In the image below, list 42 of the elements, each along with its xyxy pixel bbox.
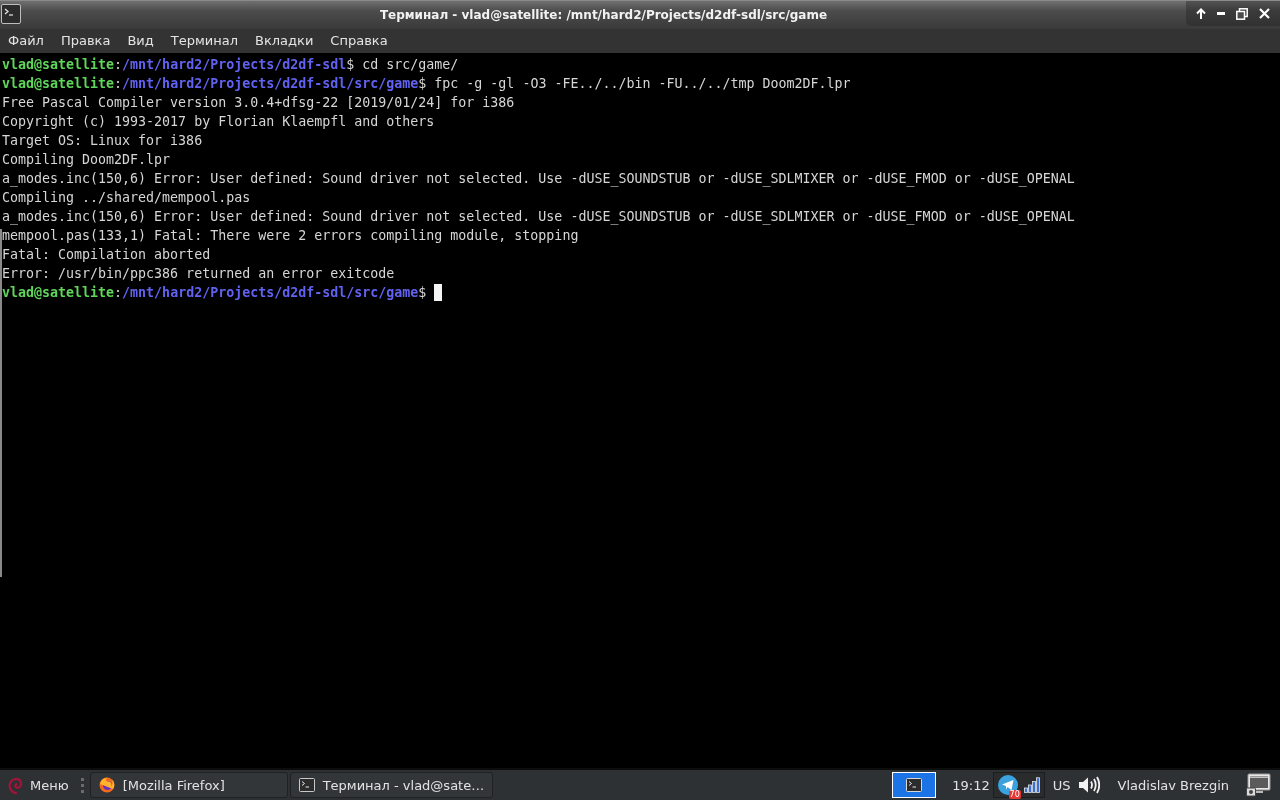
unread-count-badge: 70 [1008,790,1021,799]
window-title: Терминал - vlad@satellite: /mnt/hard2/Projects/d2df-sdl/src/game [378,8,829,22]
output-line: a_modes.inc(150,6) Error: User defined: Sound driver not selected. Use -dUSE_SOUNDSTUB or -dUSE_SDLMIXER or -dUSE_FMOD or -dUSE_OPENAL [2,170,1075,188]
minimize-icon[interactable] [1216,12,1225,15]
menu-item[interactable]: Терминал [162,30,246,52]
speaker-icon[interactable] [1077,775,1100,795]
terminal-icon [906,778,923,792]
menu-item[interactable]: Вид [119,30,162,52]
output-line: a_modes.inc(150,6) Error: User defined: Sound driver not selected. Use -dUSE_SOUNDSTUB or -dUSE_SDLMIXER or -dUSE_FMOD or -dUSE_OPENAL [2,208,1075,226]
keyboard-layout-indicator[interactable]: US [1052,777,1071,793]
menu-item[interactable]: Вкладки [247,30,322,52]
output-line: Copyright (c) 1993-2017 by Florian Klaempfl and others [2,113,435,131]
menu-item[interactable]: Правка [52,30,119,52]
output-line: Target OS: Linux for i386 [2,132,203,150]
clock[interactable]: 19:12 [952,777,990,793]
prompt-line: vlad@satellite:/mnt/hard2/Projects/d2df-sdl$ cd src/game/ [2,56,459,74]
start-menu-button[interactable]: Меню [30,777,73,793]
prompt-line: vlad@satellite:/mnt/hard2/Projects/d2df-sdl/src/game$ fpc -g -gl -O3 -FE../../bin -FU../../tmp Doom2DF.lpr [2,75,851,93]
output-line: Free Pascal Compiler version 3.0.4+dfsg-22 [2019/01/24] for i386 [2,94,515,112]
paper-plane-icon[interactable] [997,775,1018,795]
menu-item[interactable]: Справка [322,30,396,52]
user-name[interactable]: Vladislav Brezgin [1117,777,1229,793]
drag-handle-icon[interactable] [80,777,84,793]
prompt-line: vlad@satellite:/mnt/hard2/Projects/d2df-sdl/src/game$ [2,284,427,302]
output-line: mempool.pas(133,1) Fatal: There were 2 errors compiling module, stopping [2,227,579,245]
display-camera-icon[interactable] [1246,773,1272,797]
task-button[interactable]: [Mozilla Firefox] [89,772,288,798]
browser-logo-icon [98,777,115,793]
output-line: Fatal: Compilation aborted [2,246,211,264]
workspace-button[interactable] [892,772,937,798]
output-line: Compiling ../shared/mempool.pas [2,189,251,207]
restore-icon[interactable] [1236,7,1249,20]
up-arrow-icon[interactable] [1195,8,1206,19]
terminal-icon[interactable] [1,4,21,24]
scrollbar[interactable] [0,229,2,577]
task-button[interactable]: Терминал - vlad@sate… [289,772,494,798]
terminal-icon [298,778,315,792]
output-line: Compiling Doom2DF.lpr [2,151,171,169]
signal-bars-icon[interactable] [1023,777,1040,793]
menu-item[interactable]: Файл [0,30,52,52]
output-line: Error: /usr/bin/ppc386 returned an error exitcode [2,265,395,283]
close-icon[interactable] [1259,8,1271,19]
